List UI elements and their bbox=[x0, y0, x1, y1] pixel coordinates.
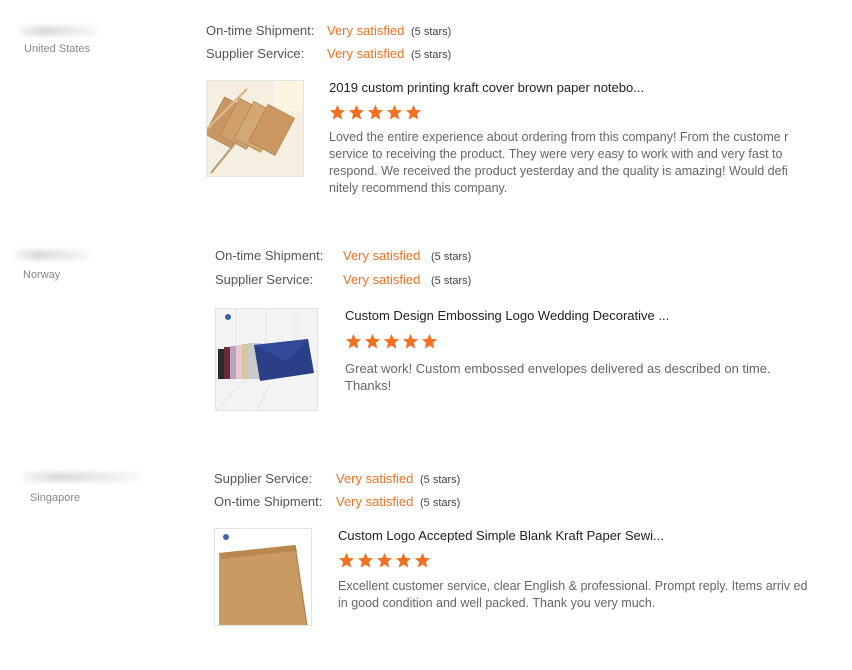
review-item: Singapore Supplier Service: Very satisfie… bbox=[0, 0, 852, 670]
kraft-notebook-image bbox=[215, 529, 311, 625]
star-icon bbox=[395, 552, 412, 569]
rating-label: On-time Shipment: bbox=[214, 494, 323, 509]
star-icon bbox=[338, 552, 355, 569]
rating-stars-text: (5 stars) bbox=[420, 474, 461, 486]
star-icon bbox=[376, 552, 393, 569]
rating-row: On-time Shipment: Very satisfied (5 stars) bbox=[214, 494, 460, 509]
review-comment: Excellent customer service, clear Englis… bbox=[338, 579, 808, 610]
buyer-country: Singapore bbox=[30, 492, 81, 504]
rating-value: Very satisfied bbox=[336, 471, 414, 486]
rating-row: Supplier Service: Very satisfied (5 stars) bbox=[214, 471, 460, 486]
rating-stars-text: (5 stars) bbox=[420, 497, 461, 509]
blurred-buyer-name bbox=[22, 472, 142, 482]
rating-value: Very satisfied bbox=[336, 494, 414, 509]
star-icon bbox=[357, 552, 374, 569]
star-rating bbox=[338, 552, 431, 569]
rating-label: Supplier Service: bbox=[214, 471, 313, 486]
product-thumbnail[interactable] bbox=[214, 528, 312, 626]
product-title-link[interactable]: Custom Logo Accepted Simple Blank Kraft … bbox=[338, 528, 664, 543]
star-icon bbox=[414, 552, 431, 569]
